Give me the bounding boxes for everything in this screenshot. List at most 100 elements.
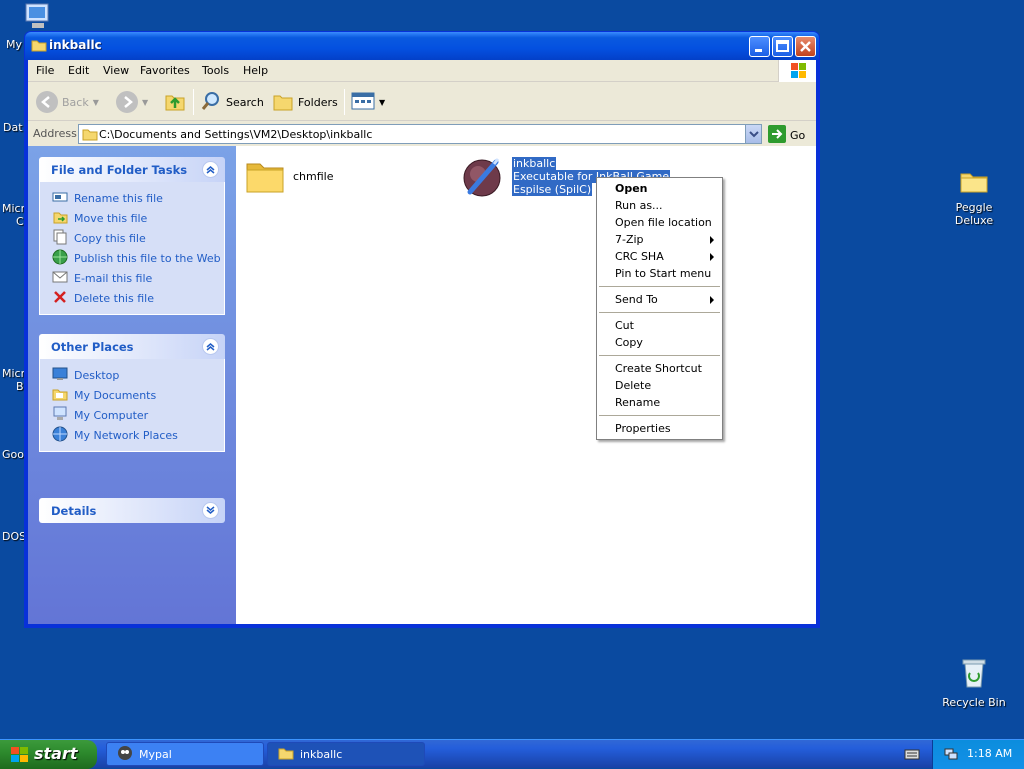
desktop-label[interactable]: My — [6, 38, 22, 51]
submenu-arrow-icon — [710, 236, 714, 244]
expand-chevron-icon[interactable] — [202, 502, 219, 519]
place-desktop[interactable]: Desktop — [52, 365, 224, 385]
desktop-icon — [52, 366, 68, 385]
taskbar-button-label: Mypal — [139, 747, 172, 761]
desktop-label[interactable]: C — [16, 215, 24, 228]
back-arrow-icon — [36, 91, 58, 113]
taskbar: start Mypal inkballc 1:18 AM — [0, 739, 1024, 769]
task-delete-file[interactable]: Delete this file — [52, 288, 224, 308]
address-dropdown-button[interactable] — [745, 125, 761, 143]
place-my-documents[interactable]: My Documents — [52, 385, 224, 405]
desktop-icon-recycle-bin[interactable]: Recycle Bin — [938, 657, 1010, 709]
desktop-label[interactable]: DOS — [2, 530, 26, 543]
ctx-cut[interactable]: Cut — [597, 317, 722, 334]
standard-toolbar: Back ▼ ▼ Search Folders ▼ — [28, 83, 816, 121]
task-pane: File and Folder Tasks Rename this file M… — [28, 146, 236, 624]
window-title: inkballc — [49, 38, 102, 52]
search-icon — [200, 90, 222, 115]
panel-title: File and Folder Tasks — [51, 163, 188, 177]
maximize-button[interactable] — [772, 36, 793, 57]
task-rename-file[interactable]: Rename this file — [52, 188, 224, 208]
views-button[interactable]: ▼ — [351, 90, 385, 114]
desktop-label[interactable]: B — [16, 380, 24, 393]
details-panel: Details — [39, 498, 225, 523]
ctx-open-file-location[interactable]: Open file location — [597, 214, 722, 231]
ctx-properties[interactable]: Properties — [597, 420, 722, 437]
my-documents-icon — [52, 386, 68, 405]
file-company: Espilse (SpilC) — [512, 183, 593, 196]
context-menu: Open Run as... Open file location 7-Zip … — [596, 177, 723, 440]
ctx-create-shortcut[interactable]: Create Shortcut — [597, 360, 722, 377]
file-item-chmfile[interactable]: chmfile — [245, 158, 334, 197]
panel-header[interactable]: Details — [39, 498, 225, 523]
minimize-button[interactable] — [749, 36, 770, 57]
chevron-down-icon: ▼ — [379, 97, 386, 107]
chevron-down-icon[interactable]: ▼ — [142, 98, 148, 107]
desktop-label[interactable]: Goo — [2, 448, 24, 461]
back-button[interactable]: Back ▼ — [36, 90, 99, 114]
place-my-network-places[interactable]: My Network Places — [52, 425, 224, 445]
menu-favorites[interactable]: Favorites — [140, 64, 190, 77]
views-icon — [351, 91, 375, 114]
task-copy-file[interactable]: Copy this file — [52, 228, 224, 248]
folders-button[interactable]: Folders — [272, 90, 338, 114]
task-publish-web[interactable]: Publish this file to the Web — [52, 248, 224, 268]
title-bar[interactable]: inkballc — [25, 32, 819, 60]
forward-arrow-icon — [116, 91, 138, 113]
ctx-delete[interactable]: Delete — [597, 377, 722, 394]
desktop-icon-peggle-deluxe[interactable]: Peggle Deluxe — [938, 168, 1010, 227]
go-button[interactable]: Go — [768, 125, 805, 146]
close-button[interactable] — [795, 36, 816, 57]
menu-edit[interactable]: Edit — [68, 64, 89, 77]
up-folder-button[interactable] — [164, 90, 186, 114]
search-button[interactable]: Search — [200, 90, 264, 114]
file-folder-tasks-panel: File and Folder Tasks Rename this file M… — [39, 157, 225, 315]
clock[interactable]: 1:18 AM — [967, 747, 1012, 760]
ctx-send-to[interactable]: Send To — [597, 291, 722, 308]
ctx-7zip[interactable]: 7-Zip — [597, 231, 722, 248]
ctx-copy[interactable]: Copy — [597, 334, 722, 351]
panel-header[interactable]: Other Places — [39, 334, 225, 359]
taskbar-button-mypal[interactable]: Mypal — [106, 742, 264, 766]
place-label: My Documents — [74, 388, 157, 402]
menu-tools[interactable]: Tools — [202, 64, 229, 77]
keyboard-icon[interactable] — [904, 747, 920, 764]
ctx-label: Send To — [615, 293, 658, 306]
up-folder-icon — [164, 90, 186, 115]
desktop-label[interactable]: Micr — [2, 367, 25, 380]
task-move-file[interactable]: Move this file — [52, 208, 224, 228]
network-tray-icon[interactable] — [943, 746, 959, 765]
chevron-down-icon[interactable]: ▼ — [93, 98, 99, 107]
ctx-crc-sha[interactable]: CRC SHA — [597, 248, 722, 265]
address-input[interactable]: C:\Documents and Settings\VM2\Desktop\in… — [78, 124, 762, 144]
desktop-label[interactable]: Dat — [3, 121, 23, 134]
task-email-file[interactable]: E-mail this file — [52, 268, 224, 288]
ctx-pin-start[interactable]: Pin to Start menu — [597, 265, 722, 282]
start-button[interactable]: start — [0, 740, 97, 769]
submenu-arrow-icon — [710, 296, 714, 304]
ctx-open[interactable]: Open — [597, 180, 722, 197]
forward-button[interactable]: ▼ — [116, 90, 148, 114]
collapse-chevron-icon[interactable] — [202, 338, 219, 355]
task-label: Publish this file to the Web — [74, 251, 221, 265]
folder-icon — [82, 127, 98, 144]
search-label: Search — [226, 95, 264, 109]
go-label: Go — [790, 129, 806, 142]
move-icon — [52, 209, 68, 228]
taskbar-button-inkballc[interactable]: inkballc — [267, 742, 425, 766]
menu-view[interactable]: View — [103, 64, 129, 77]
ctx-run-as[interactable]: Run as... — [597, 197, 722, 214]
ctx-rename[interactable]: Rename — [597, 394, 722, 411]
panel-header[interactable]: File and Folder Tasks — [39, 157, 225, 182]
menu-file[interactable]: File — [36, 64, 54, 77]
place-my-computer[interactable]: My Computer — [52, 405, 224, 425]
folder-icon — [278, 746, 294, 763]
submenu-arrow-icon — [710, 253, 714, 261]
inkball-app-icon — [460, 154, 504, 201]
panel-body: Desktop My Documents My Computer My Netw… — [39, 359, 225, 452]
place-label: Desktop — [74, 368, 120, 382]
desktop-label[interactable]: Micr — [2, 202, 25, 215]
collapse-chevron-icon[interactable] — [202, 161, 219, 178]
menu-help[interactable]: Help — [243, 64, 268, 77]
address-label: Address — [33, 127, 77, 140]
